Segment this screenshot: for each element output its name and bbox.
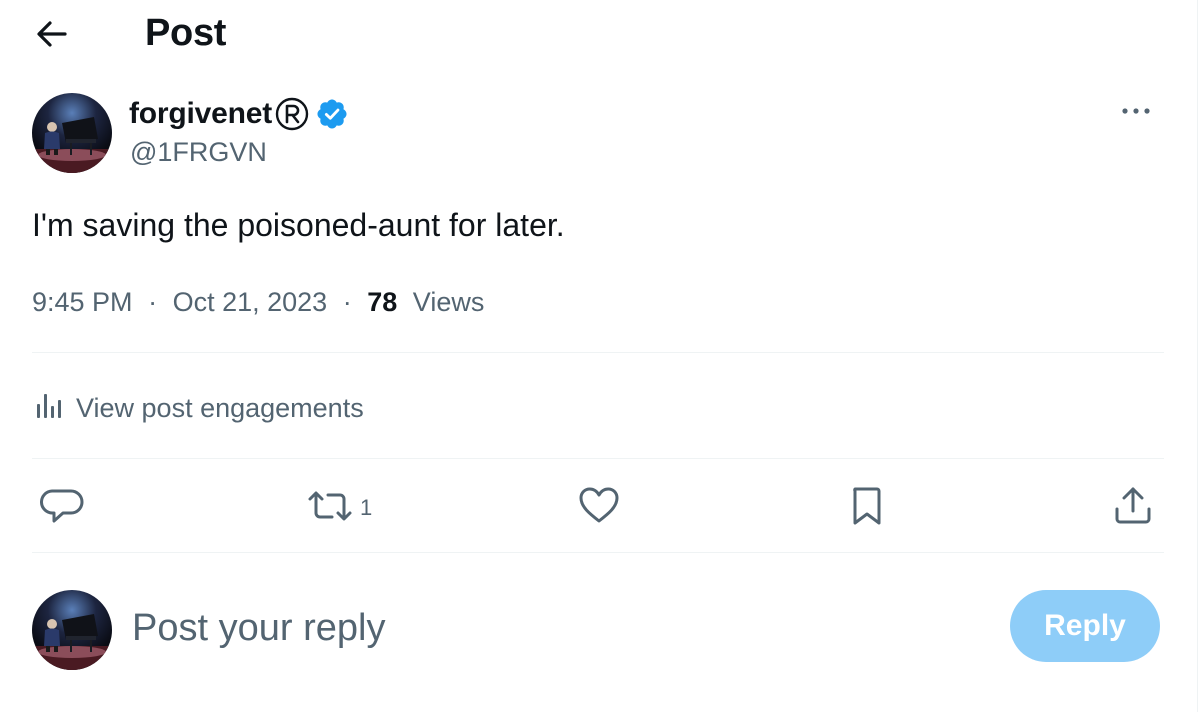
divider <box>32 352 1164 353</box>
post-time[interactable]: 9:45 PM <box>32 287 133 317</box>
reply-bubble-icon <box>40 483 86 534</box>
share-icon <box>1110 483 1156 534</box>
post-text: I'm saving the poisoned-aunt for later. <box>32 207 565 243</box>
engagements-label: View post engagements <box>76 392 364 423</box>
author-name-row[interactable]: forgivenet <box>129 94 349 134</box>
meta-separator: · <box>148 287 158 317</box>
bookmark-icon <box>844 483 890 534</box>
repost-count: 1 <box>360 495 373 520</box>
verified-badge-icon[interactable] <box>315 97 349 131</box>
author-avatar[interactable] <box>32 93 112 173</box>
page-header: Post <box>0 0 1196 72</box>
post-meta: 9:45 PM · Oct 21, 2023 · 78 Views <box>32 283 484 321</box>
meta-separator: · <box>342 287 352 317</box>
more-horizontal-icon <box>1120 103 1152 121</box>
more-options-button[interactable] <box>1116 94 1156 130</box>
reply-submit-button[interactable]: Reply <box>1010 590 1160 662</box>
user-avatar[interactable] <box>32 590 112 670</box>
post-date[interactable]: Oct 21, 2023 <box>173 287 328 317</box>
like-button[interactable] <box>576 484 628 532</box>
share-button[interactable] <box>1110 484 1156 532</box>
repost-icon <box>306 483 354 534</box>
registered-mark-icon <box>275 97 309 131</box>
reply-input[interactable] <box>132 600 952 656</box>
reply-button[interactable] <box>40 484 92 532</box>
views-label: Views <box>412 287 485 317</box>
views-count: 78 <box>367 287 398 317</box>
divider <box>32 552 1164 553</box>
heart-icon <box>576 483 622 534</box>
divider <box>32 458 1164 459</box>
author-handle[interactable]: @1FRGVN <box>130 137 267 168</box>
display-name[interactable]: forgivenet <box>129 97 272 131</box>
arrow-left-icon <box>35 19 69 54</box>
view-engagements-link[interactable]: View post engagements <box>32 386 364 430</box>
bookmark-button[interactable] <box>844 484 890 532</box>
back-button[interactable] <box>30 16 74 56</box>
bar-chart-icon <box>32 391 66 426</box>
post-page: Post forgivenet @1FRGVN I'm saving the p… <box>0 0 1198 712</box>
page-title: Post <box>145 12 227 54</box>
repost-button[interactable]: 1 <box>306 484 372 532</box>
